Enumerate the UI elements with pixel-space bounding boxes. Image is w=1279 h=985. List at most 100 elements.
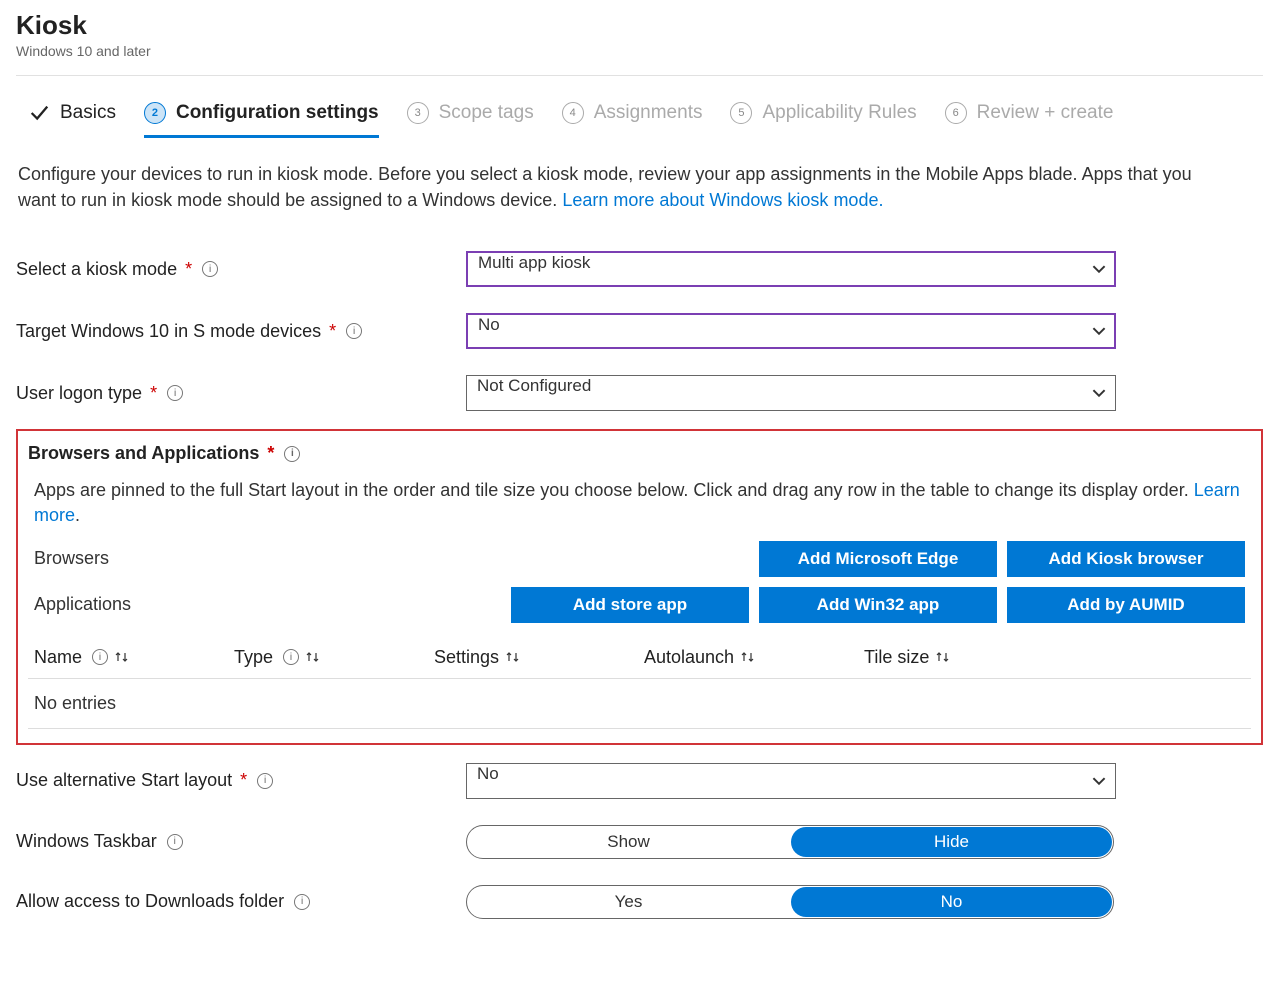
- row-taskbar: Windows Taskbar i Show Hide: [16, 825, 1263, 859]
- row-alt-start: Use alternative Start layout * i No: [16, 763, 1263, 799]
- add-aumid-button[interactable]: Add by AUMID: [1007, 587, 1245, 623]
- taskbar-hide-option[interactable]: Hide: [791, 827, 1112, 857]
- col-tilesize[interactable]: Tile size: [864, 647, 1024, 668]
- page-header: Kiosk Windows 10 and later: [16, 0, 1263, 67]
- row-downloads: Allow access to Downloads folder i Yes N…: [16, 885, 1263, 919]
- sort-icon: [305, 650, 321, 664]
- row-s-mode: Target Windows 10 in S mode devices * i …: [16, 313, 1263, 349]
- field-label: Windows Taskbar i: [16, 831, 466, 852]
- taskbar-toggle: Show Hide: [466, 825, 1114, 859]
- col-label: Name: [34, 647, 82, 668]
- col-label: Tile size: [864, 647, 929, 668]
- step-number: 2: [144, 102, 166, 124]
- intro-text: Configure your devices to run in kiosk m…: [16, 139, 1216, 213]
- tab-configuration-settings[interactable]: 2 Configuration settings: [144, 94, 379, 138]
- page-subtitle: Windows 10 and later: [16, 43, 1263, 59]
- field-control: Not Configured: [466, 375, 1116, 411]
- add-kiosk-browser-button[interactable]: Add Kiosk browser: [1007, 541, 1245, 577]
- required-asterisk: *: [185, 259, 192, 280]
- tab-assignments[interactable]: 4 Assignments: [562, 94, 703, 138]
- form: Select a kiosk mode * i Multi app kiosk …: [16, 251, 1263, 918]
- info-icon[interactable]: i: [202, 261, 218, 277]
- tab-label: Scope tags: [439, 102, 534, 124]
- sort-icon: [935, 650, 951, 664]
- label-text: User logon type: [16, 383, 142, 404]
- browsers-row: Browsers Add Microsoft Edge Add Kiosk br…: [34, 541, 1245, 577]
- button-rows: Browsers Add Microsoft Edge Add Kiosk br…: [28, 529, 1251, 623]
- add-win32-app-button[interactable]: Add Win32 app: [759, 587, 997, 623]
- col-name[interactable]: Name i: [34, 647, 234, 668]
- label-text: Allow access to Downloads folder: [16, 891, 284, 912]
- field-control: No: [466, 313, 1116, 349]
- downloads-yes-option[interactable]: Yes: [468, 887, 789, 917]
- required-asterisk: *: [329, 321, 336, 342]
- sort-icon: [114, 650, 130, 664]
- label-text: Windows Taskbar: [16, 831, 157, 852]
- downloads-toggle: Yes No: [466, 885, 1114, 919]
- logon-type-select[interactable]: Not Configured: [466, 375, 1116, 411]
- tab-label: Configuration settings: [176, 102, 379, 124]
- applications-buttons: Add store app Add Win32 app Add by AUMID: [511, 587, 1245, 623]
- field-control: No: [466, 763, 1116, 799]
- col-label: Type: [234, 647, 273, 668]
- col-label: Autolaunch: [644, 647, 734, 668]
- field-label: User logon type * i: [16, 383, 466, 404]
- browsers-buttons: Add Microsoft Edge Add Kiosk browser: [759, 541, 1245, 577]
- info-icon[interactable]: i: [346, 323, 362, 339]
- info-icon[interactable]: i: [294, 894, 310, 910]
- label-text: Use alternative Start layout: [16, 770, 232, 791]
- col-label: Settings: [434, 647, 499, 668]
- required-asterisk: *: [240, 770, 247, 791]
- label-text: Target Windows 10 in S mode devices: [16, 321, 321, 342]
- tab-basics[interactable]: Basics: [28, 94, 116, 138]
- tab-label: Review + create: [977, 102, 1114, 124]
- tab-applicability-rules[interactable]: 5 Applicability Rules: [730, 94, 916, 138]
- applications-label: Applications: [34, 594, 374, 615]
- step-number: 5: [730, 102, 752, 124]
- table-header-row: Name i Type i Settings Autolaunch: [28, 637, 1251, 679]
- period: .: [75, 505, 80, 525]
- section-description: Apps are pinned to the full Start layout…: [28, 468, 1251, 528]
- add-store-app-button[interactable]: Add store app: [511, 587, 749, 623]
- field-label: Use alternative Start layout * i: [16, 770, 466, 791]
- field-label: Select a kiosk mode * i: [16, 259, 466, 280]
- browsers-apps-section: Browsers and Applications * i Apps are p…: [16, 429, 1263, 744]
- info-icon[interactable]: i: [257, 773, 273, 789]
- tab-label: Applicability Rules: [762, 102, 916, 124]
- col-type[interactable]: Type i: [234, 647, 434, 668]
- sort-icon: [505, 650, 521, 664]
- add-edge-button[interactable]: Add Microsoft Edge: [759, 541, 997, 577]
- row-kiosk-mode: Select a kiosk mode * i Multi app kiosk: [16, 251, 1263, 287]
- tab-review-create[interactable]: 6 Review + create: [945, 94, 1114, 138]
- col-autolaunch[interactable]: Autolaunch: [644, 647, 864, 668]
- page-title: Kiosk: [16, 10, 1263, 41]
- tab-label: Basics: [60, 102, 116, 124]
- downloads-no-option[interactable]: No: [791, 887, 1112, 917]
- wizard-tabs: Basics 2 Configuration settings 3 Scope …: [16, 76, 1263, 139]
- taskbar-show-option[interactable]: Show: [468, 827, 789, 857]
- step-number: 3: [407, 102, 429, 124]
- s-mode-select[interactable]: No: [466, 313, 1116, 349]
- info-icon[interactable]: i: [167, 385, 183, 401]
- info-icon[interactable]: i: [167, 834, 183, 850]
- section-heading: Browsers and Applications * i: [28, 439, 1251, 468]
- info-icon[interactable]: i: [92, 649, 108, 665]
- col-settings[interactable]: Settings: [434, 647, 644, 668]
- field-control: Yes No: [466, 885, 1116, 919]
- kiosk-mode-select[interactable]: Multi app kiosk: [466, 251, 1116, 287]
- label-text: Select a kiosk mode: [16, 259, 177, 280]
- info-icon[interactable]: i: [283, 649, 299, 665]
- info-icon[interactable]: i: [284, 446, 300, 462]
- required-asterisk: *: [267, 443, 274, 464]
- required-asterisk: *: [150, 383, 157, 404]
- alt-start-select[interactable]: No: [466, 763, 1116, 799]
- sort-icon: [740, 650, 756, 664]
- browsers-label: Browsers: [34, 548, 374, 569]
- checkmark-icon: [28, 102, 50, 124]
- tab-scope-tags[interactable]: 3 Scope tags: [407, 94, 534, 138]
- applications-row: Applications Add store app Add Win32 app…: [34, 587, 1245, 623]
- field-label: Allow access to Downloads folder i: [16, 891, 466, 912]
- field-control: Multi app kiosk: [466, 251, 1116, 287]
- learn-more-link[interactable]: Learn more about Windows kiosk mode.: [562, 190, 883, 210]
- field-label: Target Windows 10 in S mode devices * i: [16, 321, 466, 342]
